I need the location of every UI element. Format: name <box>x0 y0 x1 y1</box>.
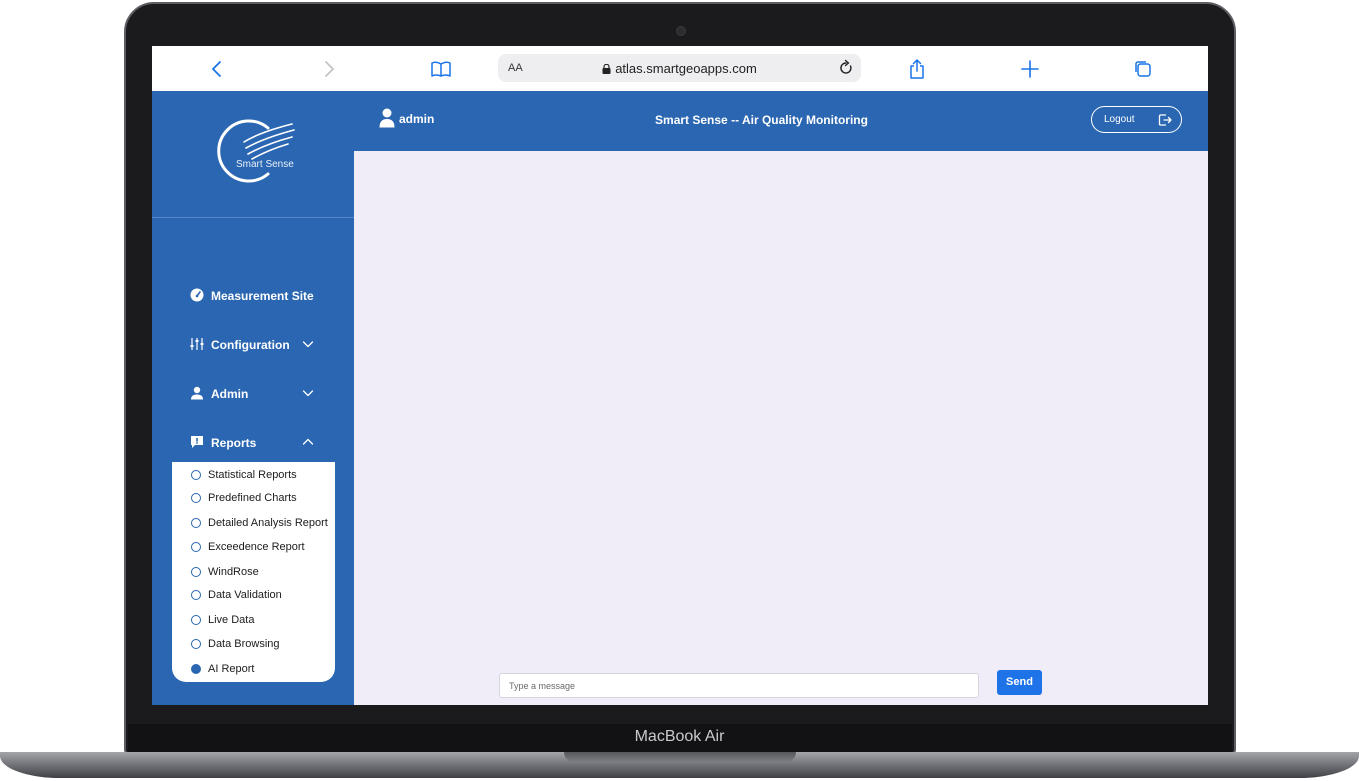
laptop-notch <box>564 752 796 762</box>
submenu-item-data-validation[interactable]: Data Validation <box>191 587 335 605</box>
tabs-icon[interactable] <box>1132 58 1154 80</box>
reports-submenu: Statistical Reports Predefined Charts De… <box>172 462 335 682</box>
radio-icon <box>191 470 201 480</box>
submenu-item-label: Data Validation <box>208 589 282 601</box>
radio-icon <box>191 615 201 625</box>
url-text: atlas.smartgeoapps.com <box>615 61 757 76</box>
share-icon[interactable] <box>906 58 928 80</box>
submenu-item-predefined-charts[interactable]: Predefined Charts <box>191 490 335 508</box>
user-icon <box>191 386 203 400</box>
radio-icon <box>191 567 201 577</box>
page-title: Smart Sense -- Air Quality Monitoring <box>655 113 868 127</box>
sidebar-item-measurement-site[interactable]: Measurement Site <box>190 286 320 306</box>
screen: AA atlas.smartgeoapps.com Smart Sense Me… <box>152 46 1208 705</box>
dashboard-icon <box>190 288 204 302</box>
submenu-item-ai-report[interactable]: AI Report <box>191 661 335 679</box>
logo-text: Smart Sense <box>236 159 294 170</box>
new-tab-icon[interactable] <box>1019 58 1041 80</box>
logout-label: Logout <box>1104 114 1135 125</box>
url-bar[interactable]: AA atlas.smartgeoapps.com <box>498 54 861 82</box>
submenu-item-label: Exceedence Report <box>208 541 305 553</box>
logout-icon <box>1158 114 1172 126</box>
chevron-down-icon[interactable] <box>302 338 314 350</box>
sidebar-item-label: Reports <box>211 436 257 450</box>
app-header: admin Smart Sense -- Air Quality Monitor… <box>354 91 1208 151</box>
submenu-item-detailed-analysis-report[interactable]: Detailed Analysis Report <box>191 515 335 533</box>
back-icon[interactable] <box>206 58 228 80</box>
device-label: MacBook Air <box>634 728 725 745</box>
message-input[interactable] <box>499 673 979 698</box>
reload-icon[interactable] <box>837 59 855 77</box>
submenu-item-label: WindRose <box>208 566 259 578</box>
sidebar-item-reports[interactable]: Reports <box>190 433 320 453</box>
submenu-item-label: Live Data <box>208 614 255 626</box>
radio-icon <box>191 542 201 552</box>
submenu-item-label: Data Browsing <box>208 638 280 650</box>
submenu-item-label: Predefined Charts <box>208 492 297 504</box>
submenu-item-windrose[interactable]: WindRose <box>191 564 335 582</box>
submenu-item-live-data[interactable]: Live Data <box>191 612 335 630</box>
chevron-down-icon[interactable] <box>302 387 314 399</box>
submenu-item-exceedence-report[interactable]: Exceedence Report <box>191 539 335 557</box>
radio-icon <box>191 518 201 528</box>
browser-toolbar: AA atlas.smartgeoapps.com <box>152 46 1208 92</box>
lock-icon <box>602 64 611 74</box>
sidebar-item-configuration[interactable]: Configuration <box>190 335 320 355</box>
radio-icon <box>191 493 201 503</box>
radio-icon <box>191 639 201 649</box>
submenu-item-data-browsing[interactable]: Data Browsing <box>191 636 335 654</box>
sidebar-item-label: Measurement Site <box>211 289 314 303</box>
sidebar: Smart Sense Measurement Site Configurati… <box>152 91 354 705</box>
submenu-item-label: AI Report <box>208 663 255 675</box>
smart-sense-logo[interactable] <box>208 116 298 186</box>
forward-icon[interactable] <box>318 58 340 80</box>
camera-icon <box>676 26 686 36</box>
report-icon <box>191 436 203 448</box>
submenu-item-label: Statistical Reports <box>208 469 297 481</box>
submenu-item-label: Detailed Analysis Report <box>208 517 328 529</box>
logout-button[interactable]: Logout <box>1091 106 1182 133</box>
send-button[interactable]: Send <box>997 670 1042 695</box>
sidebar-item-label: Configuration <box>211 338 290 352</box>
chat-area: Send <box>354 151 1208 705</box>
chevron-up-icon[interactable] <box>302 436 314 448</box>
url-display[interactable]: atlas.smartgeoapps.com <box>498 61 861 76</box>
bookmarks-icon[interactable] <box>430 58 452 80</box>
sliders-icon <box>190 338 204 350</box>
sidebar-item-admin[interactable]: Admin <box>190 384 320 404</box>
logo-area: Smart Sense <box>152 91 354 218</box>
sidebar-item-label: Admin <box>211 387 249 401</box>
radio-icon <box>191 590 201 600</box>
submenu-item-statistical-reports[interactable]: Statistical Reports <box>191 467 335 485</box>
radio-selected-icon <box>191 664 201 674</box>
